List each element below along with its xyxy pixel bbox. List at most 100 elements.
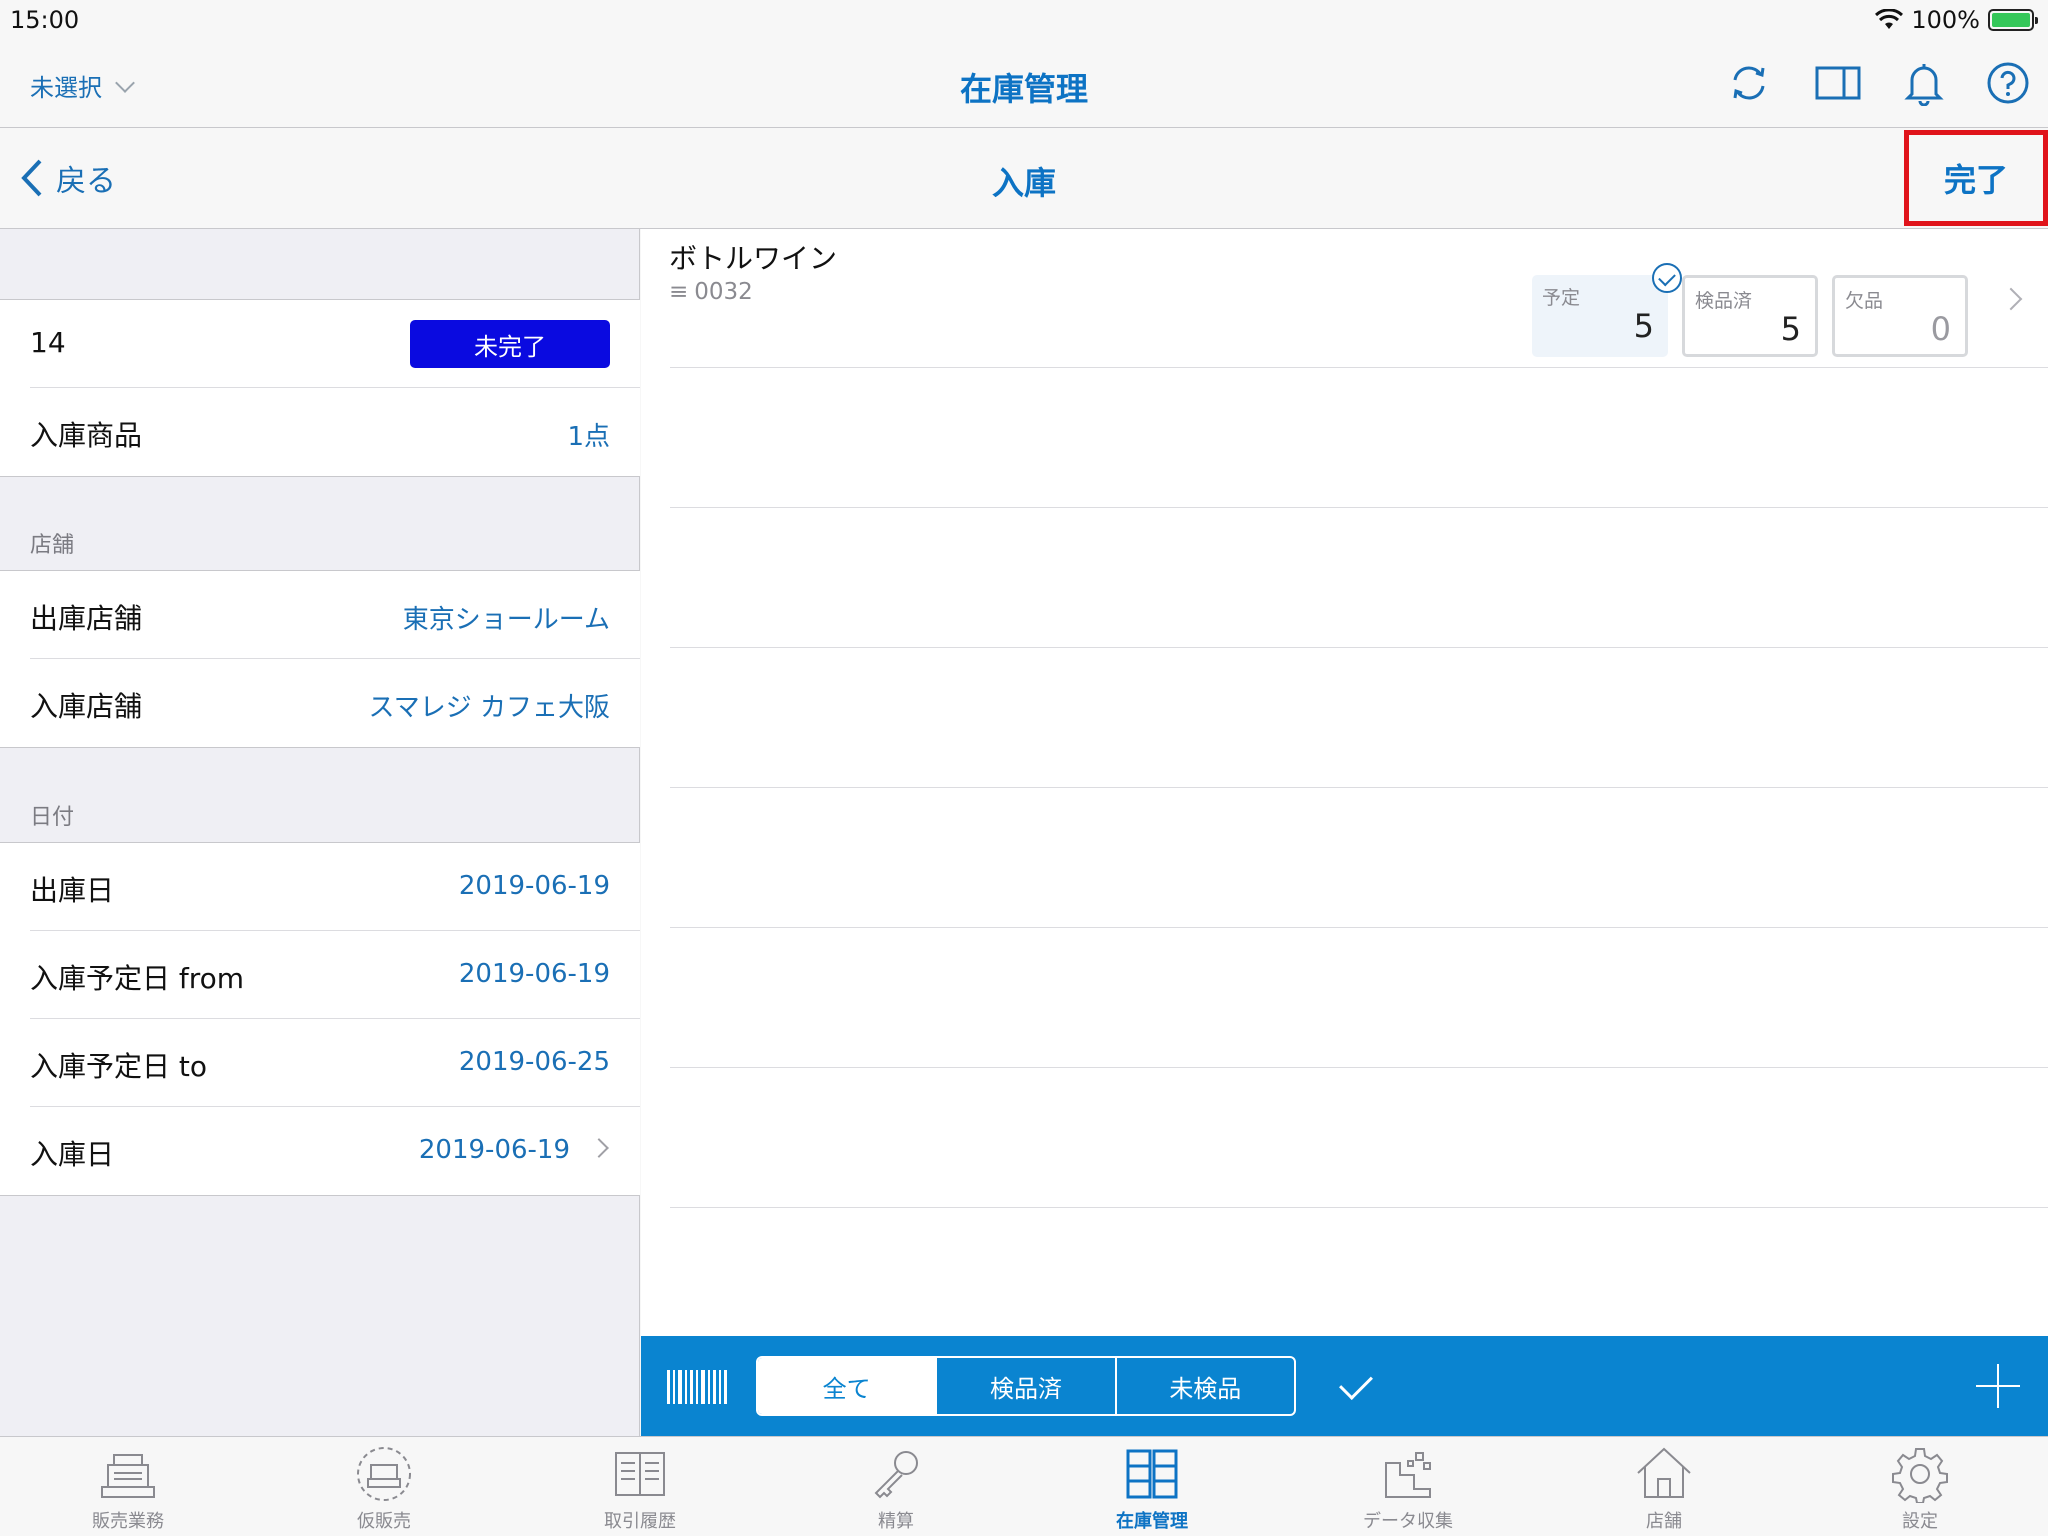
detail-panel: 14 未完了 入庫商品 1点 店舗 出庫店舗 東京ショールーム 入庫店舗 スマレ… <box>0 229 640 1436</box>
checkmark-icon[interactable] <box>1339 1366 1373 1400</box>
sub-nav: 戻る 入庫 完了 <box>0 128 2048 229</box>
ship-date-value: 2019-06-19 <box>458 871 610 901</box>
status-bar: 15:00 100% <box>0 0 2048 40</box>
checked-qty-value: 5 <box>1780 310 1801 348</box>
row-divider <box>670 507 2048 508</box>
ship-store-row[interactable]: 出庫店舗 東京ショールーム <box>0 571 640 659</box>
divider <box>0 747 640 748</box>
plus-icon[interactable] <box>1976 1364 2020 1408</box>
tab-sales[interactable]: 販売業務 <box>0 1437 256 1536</box>
check-circle-icon[interactable] <box>1652 263 1682 293</box>
battery-icon <box>1988 9 2038 31</box>
list-icon: ≡ <box>669 279 689 305</box>
row-divider <box>670 787 2048 788</box>
item-name: ボトルワイン <box>669 242 838 275</box>
battery-percent: 100% <box>1911 6 1980 34</box>
tab-data[interactable]: データ収集 <box>1280 1437 1536 1536</box>
temp-register-icon <box>357 1447 411 1501</box>
tab-label: 精算 <box>878 1511 914 1532</box>
product-row[interactable]: 入庫商品 1点 <box>0 388 640 476</box>
product-count: 1点 <box>567 422 610 452</box>
recv-store-label: 入庫店舗 <box>30 690 143 723</box>
wifi-icon <box>1875 9 1904 29</box>
tab-settings[interactable]: 設定 <box>1792 1437 2048 1536</box>
plan-from-row[interactable]: 入庫予定日 from 2019-06-19 <box>0 931 640 1019</box>
done-button[interactable]: 完了 <box>1904 130 2048 226</box>
status-time: 15:00 <box>10 6 80 34</box>
row-divider <box>670 927 2048 928</box>
tab-history[interactable]: 取引履歴 <box>512 1437 768 1536</box>
plan-to-label: 入庫予定日 to <box>30 1050 208 1083</box>
data-icon <box>1385 1452 1431 1498</box>
recv-date-label: 入庫日 <box>30 1138 115 1171</box>
tab-label: データ収集 <box>1363 1511 1453 1532</box>
key-icon <box>874 1451 918 1499</box>
filter-unchecked[interactable]: 未検品 <box>1117 1358 1294 1414</box>
ship-store-value: 東京ショールーム <box>402 605 610 635</box>
item-list: ボトルワイン ≡ 0032 予定 5 検品済 5 欠品 0 <box>641 229 2048 1336</box>
plan-to-value: 2019-06-25 <box>458 1047 610 1077</box>
recv-store-value: スマレジ カフェ大阪 <box>368 693 611 723</box>
divider <box>0 1195 640 1196</box>
tab-inventory[interactable]: 在庫管理 <box>1024 1437 1280 1536</box>
tab-label: 在庫管理 <box>1116 1511 1188 1532</box>
house-icon <box>1637 1447 1691 1498</box>
tab-bar: 販売業務 仮販売 取引履歴 精算 在庫管理 データ収集 店舗 設定 <box>0 1436 2048 1536</box>
status-badge[interactable]: 未完了 <box>410 320 610 368</box>
filter-all[interactable]: 全て <box>758 1358 938 1414</box>
bell-icon[interactable] <box>1904 60 1944 106</box>
help-icon[interactable] <box>1986 61 2030 105</box>
id-row: 14 未完了 <box>0 300 640 388</box>
top-toolbar <box>1726 60 2030 106</box>
back-button[interactable]: 戻る <box>20 156 116 200</box>
row-divider <box>670 1207 2048 1208</box>
filter-checked[interactable]: 検品済 <box>937 1358 1117 1414</box>
item-code: 0032 <box>694 279 753 305</box>
missing-qty-label: 欠品 <box>1845 290 1884 312</box>
chevron-right-icon[interactable] <box>1999 287 2023 311</box>
recv-store-row[interactable]: 入庫店舗 スマレジ カフェ大阪 <box>0 659 640 747</box>
plan-to-row[interactable]: 入庫予定日 to 2019-06-25 <box>0 1019 640 1107</box>
back-label: 戻る <box>56 164 116 199</box>
planned-qty-value: 5 <box>1633 307 1654 345</box>
sub-title: 入庫 <box>991 164 1056 202</box>
row-divider <box>670 647 2048 648</box>
tab-label: 設定 <box>1902 1511 1938 1532</box>
plan-from-label: 入庫予定日 from <box>30 962 245 995</box>
row-divider <box>670 367 2048 368</box>
plan-from-value: 2019-06-19 <box>458 959 610 989</box>
chevron-right-icon <box>589 1138 609 1158</box>
ship-store-label: 出庫店舗 <box>30 602 143 635</box>
checked-qty-label: 検品済 <box>1695 290 1753 312</box>
product-label: 入庫商品 <box>30 419 143 452</box>
action-bar: 全て 検品済 未検品 <box>641 1336 2048 1436</box>
ship-date-row[interactable]: 出庫日 2019-06-19 <box>0 843 640 931</box>
planned-qty-label: 予定 <box>1542 287 1581 309</box>
filter-segment: 全て 検品済 未検品 <box>756 1356 1296 1416</box>
receipt-id: 14 <box>30 326 66 359</box>
status-right: 100% <box>1875 6 2038 34</box>
missing-qty-field[interactable]: 欠品 0 <box>1832 275 1968 357</box>
tab-label: 仮販売 <box>357 1511 411 1532</box>
section-header-date: 日付 <box>30 805 75 830</box>
tab-label: 取引履歴 <box>604 1511 676 1532</box>
book-icon <box>615 1452 665 1496</box>
tab-label: 店舗 <box>1646 1511 1682 1532</box>
checked-qty-field[interactable]: 検品済 5 <box>1682 275 1818 357</box>
tab-settlement[interactable]: 精算 <box>768 1437 1024 1536</box>
register-icon <box>101 1454 155 1498</box>
tab-label: 販売業務 <box>92 1511 164 1532</box>
tab-store[interactable]: 店舗 <box>1536 1437 1792 1536</box>
divider <box>0 476 640 477</box>
chevron-left-icon <box>21 159 42 197</box>
cabinet-icon <box>1126 1449 1178 1499</box>
sync-icon[interactable] <box>1726 60 1772 106</box>
tab-temp-sales[interactable]: 仮販売 <box>256 1437 512 1536</box>
split-view-icon[interactable] <box>1814 63 1862 103</box>
gear-icon <box>1892 1448 1948 1503</box>
row-divider <box>670 1067 2048 1068</box>
planned-qty: 予定 5 <box>1532 275 1668 357</box>
barcode-icon[interactable] <box>667 1370 727 1404</box>
recv-date-row[interactable]: 入庫日 2019-06-19 <box>0 1107 640 1195</box>
missing-qty-value: 0 <box>1930 310 1951 348</box>
